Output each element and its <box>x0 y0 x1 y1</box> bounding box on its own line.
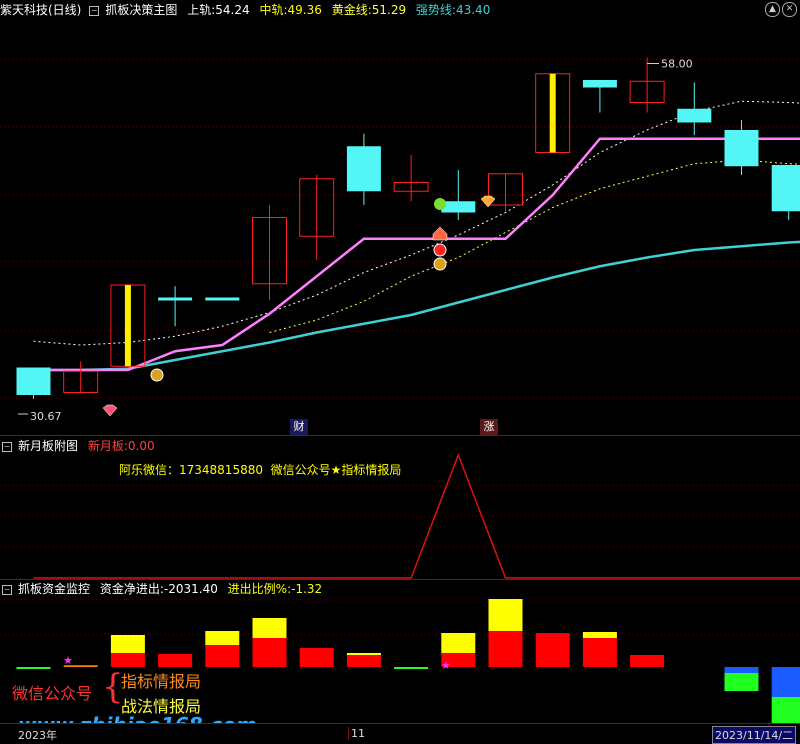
candle-body <box>583 80 617 88</box>
net-value: -2031.40 <box>164 582 218 596</box>
coin-icon <box>151 369 163 381</box>
ratio-label: 进出比例%: <box>228 582 291 596</box>
brand-line1: 指标情报局 <box>121 668 201 692</box>
sub1-indicator-name[interactable]: 新月板附图 <box>18 439 78 453</box>
sub2-header: −抓板资金监控 资金净进出:-2031.40 进出比例%:-1.32 <box>0 579 328 599</box>
date-axis: 2023年 11 2023/11/14/二 <box>0 723 800 744</box>
flow-bar-yellow <box>347 653 381 655</box>
main-price-chart[interactable]: 58.00 30.67 <box>0 0 800 435</box>
flow-bar-red <box>205 645 239 667</box>
coin-icon <box>434 258 446 270</box>
flow-bar-yellow <box>64 666 98 667</box>
candle-body <box>677 109 711 123</box>
upper-band-line <box>34 139 800 370</box>
flow-bar-red <box>64 667 98 668</box>
candle-body <box>205 298 239 301</box>
candle-body <box>772 165 800 211</box>
year-label: 2023年 <box>18 727 57 743</box>
house-icon <box>433 227 447 240</box>
flow-bar-yellow <box>441 633 475 653</box>
ratio-value: -1.32 <box>291 582 322 596</box>
flow-bar-red <box>111 653 145 667</box>
flow-bar-red <box>489 631 523 667</box>
candle-body <box>347 146 381 191</box>
low-marker-label: 30.67 <box>30 410 62 423</box>
sub1-value-label: 新月板: <box>88 439 128 453</box>
signal-dot-icon <box>434 244 446 256</box>
flow-bar-blue <box>725 667 759 673</box>
candle-body <box>158 298 192 301</box>
flow-bar-yellow <box>111 635 145 653</box>
flow-bar-red <box>300 648 334 667</box>
flow-bar-green <box>725 673 759 691</box>
net-label: 资金净进出: <box>100 582 164 596</box>
collapse-sub2-icon[interactable]: − <box>2 585 12 595</box>
limit-up-bar <box>125 285 131 366</box>
month-label: 11 <box>348 727 365 740</box>
date-label[interactable]: 2023/11/14/二 <box>712 726 796 744</box>
flow-bar-blue <box>772 667 800 697</box>
collapse-sub1-icon[interactable]: − <box>2 442 12 452</box>
flow-bar-flat <box>394 667 428 669</box>
flow-bar-red <box>630 655 664 667</box>
flow-bar-red <box>253 638 287 667</box>
candle-body <box>17 368 51 396</box>
sub1-value: 0.00 <box>128 439 155 453</box>
sub1-header: −新月板附图 新月板:0.00 <box>0 436 161 456</box>
apple-icon <box>434 198 446 210</box>
promo-text: 阿乐微信：17348815880 微信公众号★指标情报局 <box>119 461 401 478</box>
event-marker-zhang[interactable]: 涨 <box>480 419 498 435</box>
flow-bar-red <box>347 655 381 667</box>
flow-bar-flat <box>17 667 51 669</box>
event-marker-cai[interactable]: 财 <box>290 419 308 435</box>
ruby-gem-icon <box>103 405 117 416</box>
flow-bar-green <box>772 697 800 723</box>
brand-left: 微信公众号 <box>12 680 92 704</box>
flow-bar-yellow <box>583 632 617 638</box>
flow-bar-yellow <box>205 631 239 645</box>
candle-body <box>725 130 759 166</box>
flow-bar-yellow <box>489 599 523 631</box>
star-icon: ★ <box>63 654 73 667</box>
flow-bar-red <box>536 633 570 667</box>
high-marker-label: 58.00 <box>661 58 693 71</box>
flow-bar-yellow <box>253 618 287 638</box>
flow-bar-red <box>158 654 192 667</box>
limit-up-bar <box>550 74 556 153</box>
flow-bar-red <box>441 653 475 667</box>
candle-body <box>441 201 475 212</box>
flow-bar-red <box>583 638 617 667</box>
strong-line <box>34 240 800 370</box>
star-icon: ★ <box>441 659 451 672</box>
sub2-indicator-name[interactable]: 抓板资金监控 <box>18 582 90 596</box>
